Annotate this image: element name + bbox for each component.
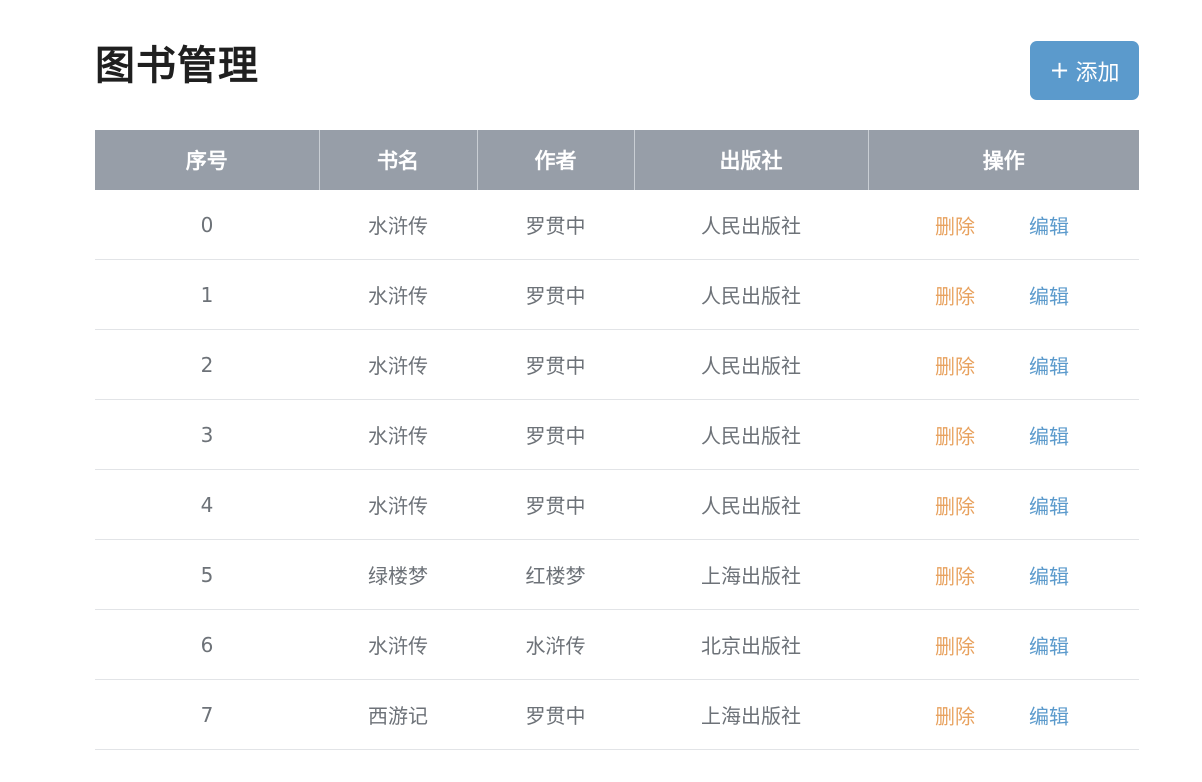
cell-publisher: 人民出版社 — [634, 259, 868, 330]
delete-link[interactable]: 删除 — [935, 700, 975, 729]
cell-author: 罗贯中 — [477, 399, 634, 470]
cell-publisher: 人民出版社 — [634, 329, 868, 400]
edit-link[interactable]: 编辑 — [1029, 350, 1069, 379]
cell-title: 水浒传 — [319, 399, 477, 470]
table-row: 1 水浒传 罗贯中 人民出版社 删除 编辑 — [95, 259, 1139, 330]
edit-link[interactable]: 编辑 — [1029, 560, 1069, 589]
table-row: 0 水浒传 罗贯中 人民出版社 删除 编辑 — [95, 190, 1139, 260]
cell-publisher: 人民出版社 — [634, 190, 868, 260]
edit-link[interactable]: 编辑 — [1029, 420, 1069, 449]
cell-actions: 删除 编辑 — [868, 399, 1139, 470]
cell-index: 3 — [95, 399, 319, 470]
cell-actions: 删除 编辑 — [868, 609, 1139, 680]
cell-actions: 删除 编辑 — [868, 679, 1139, 750]
cell-title: 水浒传 — [319, 259, 477, 330]
cell-publisher: 人民出版社 — [634, 469, 868, 540]
add-book-button[interactable]: + 添加 — [1030, 41, 1139, 100]
column-header-index: 序号 — [95, 130, 319, 190]
edit-link[interactable]: 编辑 — [1029, 490, 1069, 519]
cell-title: 水浒传 — [319, 469, 477, 540]
cell-publisher: 上海出版社 — [634, 539, 868, 610]
delete-link[interactable]: 删除 — [935, 420, 975, 449]
cell-index: 5 — [95, 539, 319, 610]
table-row: 6 水浒传 水浒传 北京出版社 删除 编辑 — [95, 609, 1139, 680]
column-header-actions: 操作 — [867, 130, 1139, 190]
delete-link[interactable]: 删除 — [935, 350, 975, 379]
column-header-author: 作者 — [476, 130, 634, 190]
cell-actions: 删除 编辑 — [868, 539, 1139, 610]
cell-actions: 删除 编辑 — [868, 469, 1139, 540]
delete-link[interactable]: 删除 — [935, 630, 975, 659]
table-row: 5 绿楼梦 红楼梦 上海出版社 删除 编辑 — [95, 539, 1139, 610]
edit-link[interactable]: 编辑 — [1029, 280, 1069, 309]
cell-actions: 删除 编辑 — [868, 329, 1139, 400]
column-header-title: 书名 — [318, 130, 477, 190]
cell-title: 水浒传 — [319, 190, 477, 260]
cell-title: 水浒传 — [319, 329, 477, 400]
cell-actions: 删除 编辑 — [868, 190, 1139, 260]
table-row: 7 西游记 罗贯中 上海出版社 删除 编辑 — [95, 679, 1139, 750]
edit-link[interactable]: 编辑 — [1029, 210, 1069, 239]
table-row: 3 水浒传 罗贯中 人民出版社 删除 编辑 — [95, 399, 1139, 470]
cell-index: 0 — [95, 190, 319, 260]
table-header-row: 序号 书名 作者 出版社 操作 — [95, 130, 1139, 190]
cell-index: 1 — [95, 259, 319, 330]
books-table: 序号 书名 作者 出版社 操作 0 水浒传 罗贯中 人民出版社 删除 编辑 1 … — [95, 130, 1139, 750]
cell-publisher: 人民出版社 — [634, 399, 868, 470]
column-header-publisher: 出版社 — [633, 130, 868, 190]
cell-author: 罗贯中 — [477, 329, 634, 400]
cell-author: 水浒传 — [477, 609, 634, 680]
plus-icon: + — [1049, 55, 1070, 84]
cell-author: 罗贯中 — [477, 190, 634, 260]
add-button-label: 添加 — [1075, 60, 1120, 86]
cell-title: 绿楼梦 — [319, 539, 477, 610]
table-row: 2 水浒传 罗贯中 人民出版社 删除 编辑 — [95, 329, 1139, 400]
delete-link[interactable]: 删除 — [935, 490, 975, 519]
cell-author: 罗贯中 — [477, 679, 634, 750]
page-title: 图书管理 — [95, 43, 259, 89]
cell-title: 西游记 — [319, 679, 477, 750]
delete-link[interactable]: 删除 — [935, 280, 975, 309]
cell-index: 7 — [95, 679, 319, 750]
cell-publisher: 上海出版社 — [634, 679, 868, 750]
book-management-page: 图书管理 + 添加 序号 书名 作者 出版社 操作 0 水浒传 罗贯中 人民出版… — [0, 0, 1202, 782]
table-row: 4 水浒传 罗贯中 人民出版社 删除 编辑 — [95, 469, 1139, 540]
edit-link[interactable]: 编辑 — [1029, 700, 1069, 729]
cell-title: 水浒传 — [319, 609, 477, 680]
cell-author: 罗贯中 — [477, 259, 634, 330]
cell-index: 6 — [95, 609, 319, 680]
delete-link[interactable]: 删除 — [935, 560, 975, 589]
cell-index: 4 — [95, 469, 319, 540]
cell-actions: 删除 编辑 — [868, 259, 1139, 330]
cell-author: 罗贯中 — [477, 469, 634, 540]
cell-author: 红楼梦 — [477, 539, 634, 610]
edit-link[interactable]: 编辑 — [1029, 630, 1069, 659]
cell-index: 2 — [95, 329, 319, 400]
delete-link[interactable]: 删除 — [935, 210, 975, 239]
cell-publisher: 北京出版社 — [634, 609, 868, 680]
